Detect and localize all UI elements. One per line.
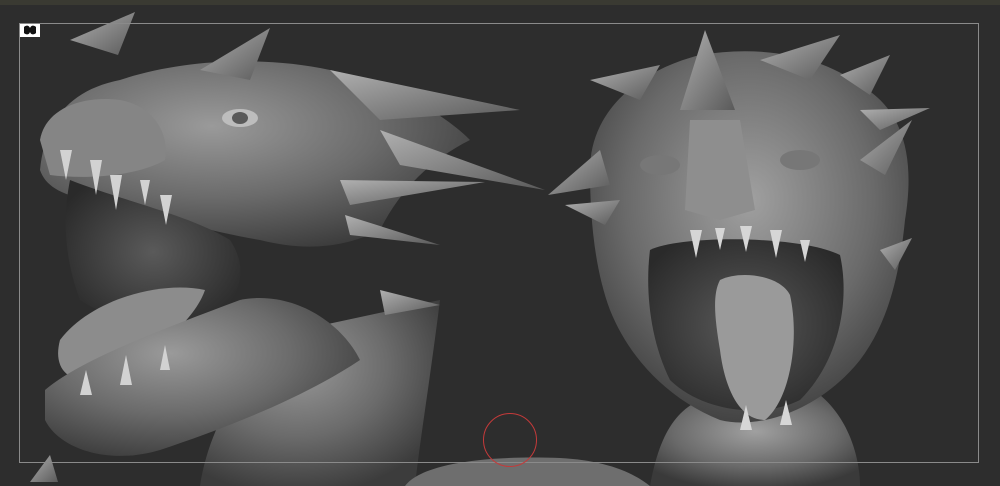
dragon-head-right [548, 30, 930, 486]
mask-icon[interactable] [20, 24, 40, 37]
dragon-sculpt-render [30, 12, 930, 486]
sculpt-viewport[interactable] [0, 0, 1000, 486]
dragon-body-bottom [405, 457, 650, 486]
brush-cursor-circle [483, 413, 537, 467]
dragon-head-left [30, 12, 545, 486]
